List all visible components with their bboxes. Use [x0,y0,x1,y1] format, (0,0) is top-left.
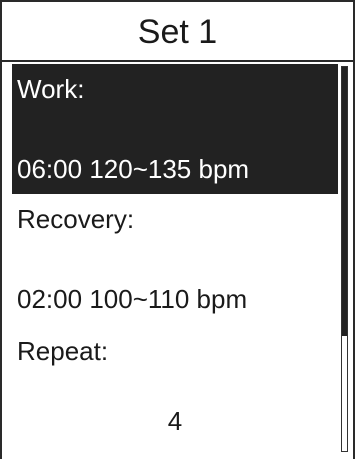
repeat-label: Repeat: [17,336,109,366]
scrollbar[interactable] [341,66,348,452]
work-label: Work: [17,74,85,104]
recovery-range: 100~110 bpm [89,284,248,314]
recovery-time: 02:00 [17,284,83,314]
list-item-repeat[interactable]: Repeat: 4 [12,326,338,461]
list-item-recovery[interactable]: Recovery: 02:00 100~110 bpm [12,194,338,326]
page-title: Set 1 [2,2,353,62]
repeat-value: 4 [167,406,183,436]
work-value: 06:00 120~135 bpm [17,154,249,185]
settings-list: Work: 06:00 120~135 bpm Recovery: 02:00 … [12,64,338,461]
list-item-work[interactable]: Work: 06:00 120~135 bpm [12,64,338,194]
device-screen: Set 1 Work: 06:00 120~135 bpm Recovery: … [0,0,355,461]
work-range: 120~135 bpm [89,154,250,184]
work-time: 06:00 [17,154,83,184]
scrollbar-thumb[interactable] [342,67,347,336]
recovery-value: 02:00 100~110 bpm [17,284,247,315]
recovery-label: Recovery: [17,204,135,234]
